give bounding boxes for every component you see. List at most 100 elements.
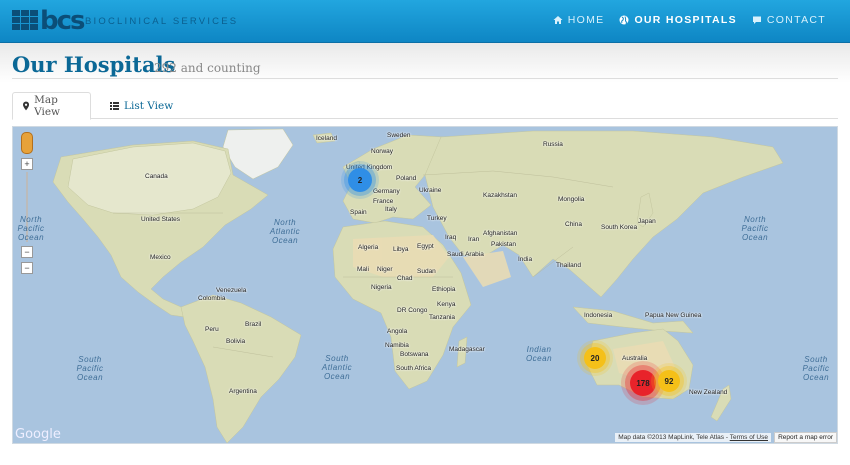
brand-logo[interactable]: bcs: [12, 6, 85, 36]
marker-cluster-south-australia[interactable]: 178: [630, 370, 656, 396]
zoom-reset-button[interactable]: −: [21, 262, 33, 274]
country-label: Italy: [385, 206, 397, 213]
street-view-pegman-icon[interactable]: [21, 132, 33, 154]
country-label: Canada: [145, 173, 168, 180]
map-attribution: Map data ©2013 MapLink, Tele Atlas - Ter…: [615, 433, 771, 442]
tab-map-view[interactable]: Map View: [12, 92, 91, 120]
title-divider: [12, 78, 838, 79]
map-attribution-text: Map data ©2013 MapLink, Tele Atlas -: [618, 434, 730, 441]
country-label: Nigeria: [371, 284, 392, 291]
ocean-label: North Atlantic Ocean: [269, 218, 301, 245]
country-label: Pakistan: [491, 241, 516, 248]
country-label: New Zealand: [689, 389, 728, 396]
country-label: Algeria: [358, 244, 379, 251]
tab-list-view-label: List View: [124, 99, 174, 112]
country-label: Kenya: [437, 301, 456, 308]
country-label: Iran: [468, 236, 480, 243]
ocean-label: South Pacific Ocean: [76, 355, 104, 382]
country-label: Japan: [638, 218, 656, 225]
country-label: Botswana: [400, 351, 429, 358]
country-label: Norway: [371, 148, 394, 155]
country-label: Niger: [377, 266, 393, 273]
country-label: Angola: [387, 328, 408, 335]
country-label: Sweden: [387, 132, 411, 139]
country-label: Bolivia: [226, 338, 246, 345]
map-zoom-control: + − −: [19, 132, 35, 274]
country-label: Colombia: [198, 295, 226, 302]
nav-our-hospitals[interactable]: OUR HOSPITALS: [619, 14, 736, 26]
main-nav: HOME OUR HOSPITALS CONTACT: [553, 14, 826, 26]
country-label: Tanzania: [429, 314, 456, 321]
country-label: Papua New Guinea: [645, 312, 702, 319]
country-label: Kazakhstan: [483, 192, 517, 199]
chat-bubble-icon: [752, 16, 761, 24]
marker-cluster-western-australia[interactable]: 20: [584, 347, 606, 369]
country-label: Germany: [373, 188, 400, 195]
ocean-label: Indian Ocean: [525, 345, 553, 363]
map-marker-icon: [23, 101, 30, 111]
country-label: France: [373, 198, 394, 205]
list-icon: [110, 101, 119, 110]
country-label: Russia: [543, 141, 563, 148]
country-label: Spain: [350, 209, 367, 216]
zoom-in-button[interactable]: +: [21, 158, 33, 170]
view-tabs: Map View List View: [12, 92, 838, 120]
country-label: Australia: [622, 355, 648, 362]
country-label: South Korea: [601, 224, 638, 231]
country-label: United States: [141, 216, 181, 223]
nav-contact[interactable]: CONTACT: [752, 14, 826, 26]
country-label: DR Congo: [397, 307, 428, 314]
top-navbar: bcs BIOCLINICAL SERVICES HOME OUR HOSPIT…: [0, 0, 850, 43]
world-map-landmass: [52, 128, 784, 443]
tab-map-view-label: Map View: [34, 94, 61, 118]
country-label: Saudi Arabia: [447, 251, 484, 258]
nav-home-label: HOME: [567, 14, 605, 26]
country-label: Ukraine: [419, 187, 442, 194]
page-title: Our Hospitals: [12, 52, 176, 77]
country-label: Turkey: [427, 215, 447, 222]
hospital-map[interactable]: + − − Iceland Sweden Norway Russia Unite…: [12, 126, 838, 444]
country-label: South Africa: [396, 365, 432, 372]
country-label: Thailand: [556, 262, 581, 269]
country-label: Libya: [393, 246, 409, 253]
report-map-error-link[interactable]: Report a map error: [774, 432, 837, 443]
logo-grid-icon: [12, 10, 38, 32]
country-label: Ethiopia: [432, 286, 456, 293]
country-label: Brazil: [245, 321, 262, 328]
marker-cluster-europe[interactable]: 2: [348, 168, 372, 192]
home-icon: [553, 16, 563, 24]
nav-our-hospitals-label: OUR HOSPITALS: [634, 14, 737, 26]
country-label: Egypt: [417, 243, 434, 250]
logo-subtitle: BIOCLINICAL SERVICES: [85, 16, 239, 27]
nav-home[interactable]: HOME: [553, 14, 605, 26]
nav-contact-label: CONTACT: [766, 14, 826, 26]
country-label: Namibia: [385, 342, 409, 349]
country-label: Indonesia: [584, 312, 613, 319]
zoom-out-button[interactable]: −: [21, 246, 33, 258]
country-label: Madagascar: [449, 346, 485, 353]
country-label: Venezuela: [216, 287, 247, 294]
country-label: China: [565, 221, 582, 228]
ocean-label: South Atlantic Ocean: [321, 354, 353, 381]
country-label: Chad: [397, 275, 413, 282]
globe-icon: [619, 15, 629, 25]
country-label: Sudan: [417, 268, 436, 275]
country-label: Argentina: [229, 388, 257, 395]
logo-text: bcs: [40, 6, 85, 36]
marker-cluster-east-australia[interactable]: 92: [658, 370, 680, 392]
country-label: Peru: [205, 326, 219, 333]
country-label: Iceland: [316, 135, 337, 142]
country-label: Mexico: [150, 254, 171, 261]
ocean-label: North Pacific Ocean: [17, 215, 45, 242]
terms-of-use-link[interactable]: Terms of Use: [730, 434, 768, 441]
country-label: Iraq: [445, 234, 457, 241]
country-label: Mali: [357, 266, 369, 273]
country-label: India: [518, 256, 533, 263]
country-label: Afghanistan: [483, 230, 518, 237]
google-logo[interactable]: Google: [15, 427, 61, 442]
tab-list-view[interactable]: List View: [100, 92, 183, 119]
page-subtitle: 292 and counting: [154, 61, 261, 75]
ocean-label: South Pacific Ocean: [802, 355, 830, 382]
country-label: Poland: [396, 175, 417, 182]
country-label: Mongolia: [558, 196, 585, 203]
